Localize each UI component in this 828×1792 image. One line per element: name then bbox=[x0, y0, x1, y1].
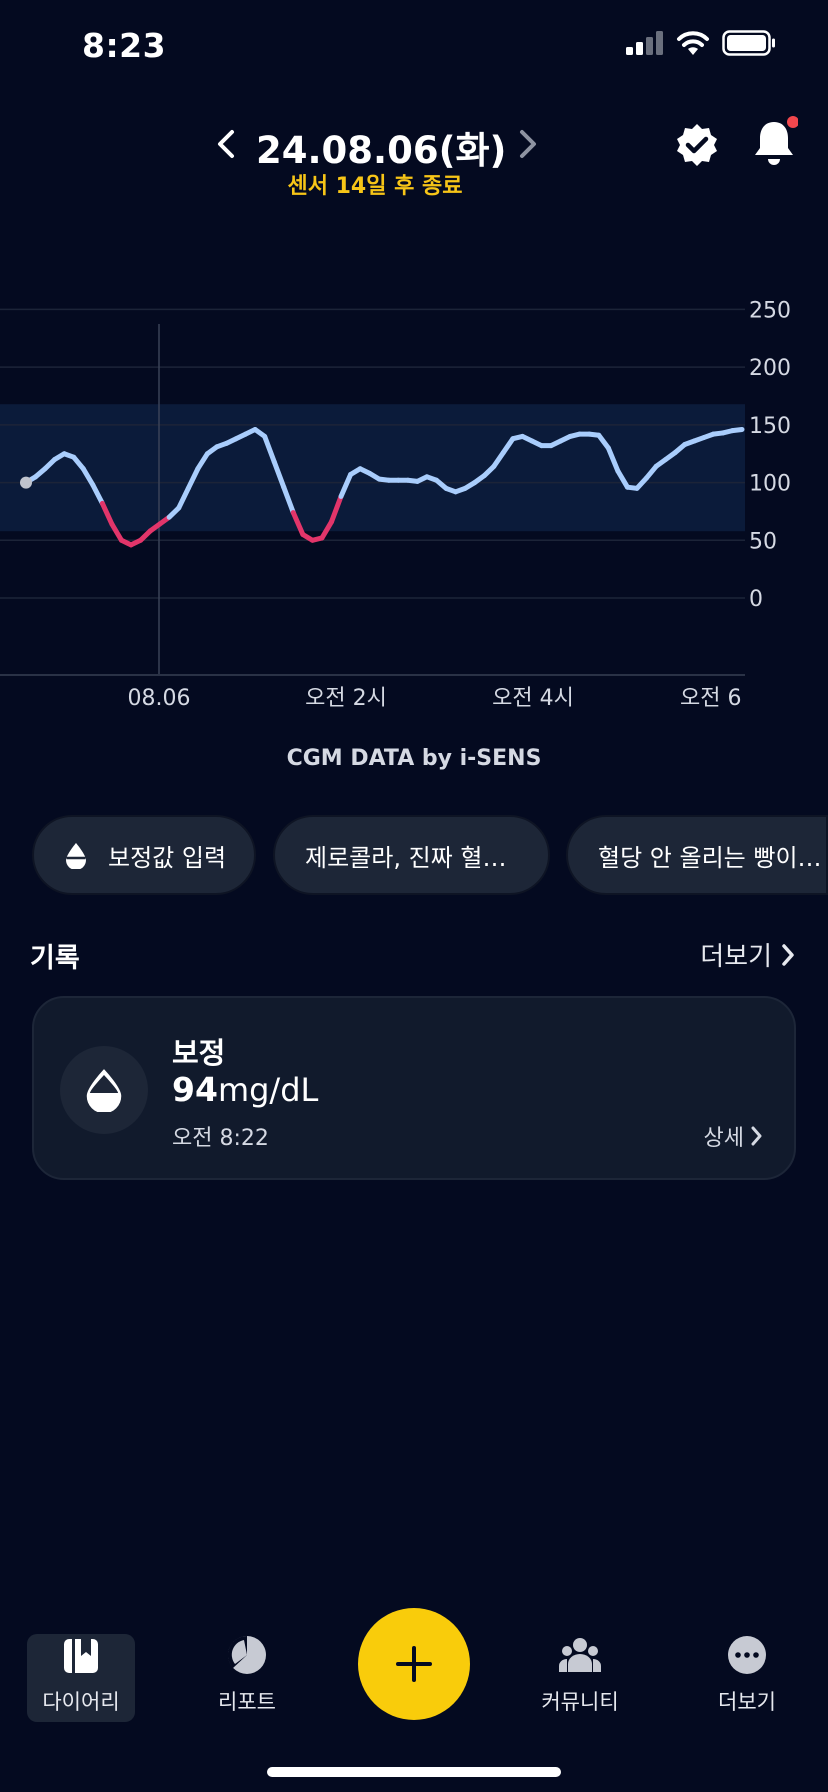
y-tick-label: 200 bbox=[749, 356, 791, 381]
nav-more-label: 더보기 bbox=[718, 1690, 776, 1714]
record-type: 보정 bbox=[172, 1036, 226, 1070]
record-icon bbox=[60, 1046, 148, 1134]
record-value: 94mg/dL bbox=[172, 1070, 318, 1109]
record-detail-label: 상세 bbox=[703, 1126, 744, 1151]
add-button[interactable] bbox=[358, 1608, 470, 1720]
chip-label: 혈당 안 올리는 빵이… bbox=[598, 843, 822, 872]
home-indicator bbox=[267, 1767, 561, 1777]
article-chip-zero-cola[interactable]: 제로콜라, 진짜 혈… bbox=[273, 815, 550, 895]
signal-icon bbox=[626, 31, 663, 55]
drop-icon bbox=[66, 843, 86, 869]
verified-badge-icon[interactable] bbox=[674, 122, 720, 168]
x-tick-label: 오전 2시 bbox=[305, 686, 387, 711]
records-more-label: 더보기 bbox=[700, 942, 772, 972]
community-people-icon bbox=[559, 1638, 601, 1672]
y-tick-label: 50 bbox=[749, 529, 777, 554]
record-detail-link[interactable]: 상세 bbox=[704, 1120, 764, 1152]
nav-community-label: 커뮤니티 bbox=[541, 1690, 619, 1714]
battery-icon bbox=[722, 30, 775, 56]
plus-icon bbox=[396, 1646, 432, 1682]
nav-diary[interactable]: 다이어리 bbox=[27, 1634, 135, 1722]
notification-bell-icon[interactable] bbox=[750, 116, 798, 168]
wifi-icon bbox=[677, 31, 709, 55]
y-tick-label: 0 bbox=[749, 587, 763, 612]
x-tick-label: 08.06 bbox=[128, 686, 191, 711]
status-icons bbox=[626, 30, 776, 56]
y-tick-label: 150 bbox=[749, 414, 791, 439]
record-time: 오전 8:22 bbox=[172, 1126, 269, 1151]
chevron-left-icon[interactable] bbox=[206, 124, 246, 164]
x-tick-label: 오전 4시 bbox=[492, 686, 574, 711]
pie-chart-icon bbox=[227, 1635, 266, 1674]
glucose-line-segment bbox=[729, 426, 745, 434]
target-range-band bbox=[0, 404, 745, 532]
status-time: 8:23 bbox=[82, 26, 167, 65]
nav-diary-label: 다이어리 bbox=[42, 1690, 120, 1714]
nav-more[interactable]: 더보기 bbox=[693, 1634, 801, 1722]
date-title[interactable]: 24.08.06(화) bbox=[256, 120, 506, 174]
diary-book-icon bbox=[64, 1639, 98, 1673]
chevron-right-icon bbox=[751, 1126, 762, 1146]
nav-report[interactable]: 리포트 bbox=[193, 1634, 301, 1722]
calibration-input-chip[interactable]: 보정값 입력 bbox=[32, 815, 256, 895]
records-title: 기록 bbox=[30, 943, 80, 974]
chevron-right-icon[interactable] bbox=[508, 124, 548, 164]
chip-label: 보정값 입력 bbox=[108, 843, 227, 872]
article-chip-bread[interactable]: 혈당 안 올리는 빵이… bbox=[566, 815, 828, 895]
nav-community[interactable]: 커뮤니티 bbox=[526, 1634, 634, 1722]
y-tick-label: 250 bbox=[749, 300, 791, 323]
calibration-drop-icon bbox=[86, 1069, 122, 1112]
series-start-point bbox=[20, 476, 32, 489]
record-value-number: 94 bbox=[172, 1070, 218, 1109]
chevron-right-icon bbox=[782, 943, 794, 966]
glucose-chart[interactable]: 35030025020015010050008.06오전 2시오전 4시오전 6 bbox=[0, 300, 828, 720]
x-tick-label: 오전 6 bbox=[680, 686, 741, 711]
sensor-expiry-note: 센서 14일 후 종료 bbox=[287, 174, 463, 199]
record-value-unit: mg/dL bbox=[217, 1071, 319, 1109]
chart-caption: CGM DATA by i-SENS bbox=[286, 746, 542, 771]
records-more-link[interactable]: 더보기 bbox=[700, 936, 796, 973]
chip-label: 제로콜라, 진짜 혈… bbox=[305, 843, 507, 872]
y-tick-label: 100 bbox=[749, 472, 791, 497]
more-dots-icon bbox=[728, 1636, 766, 1674]
nav-report-label: 리포트 bbox=[218, 1690, 276, 1714]
